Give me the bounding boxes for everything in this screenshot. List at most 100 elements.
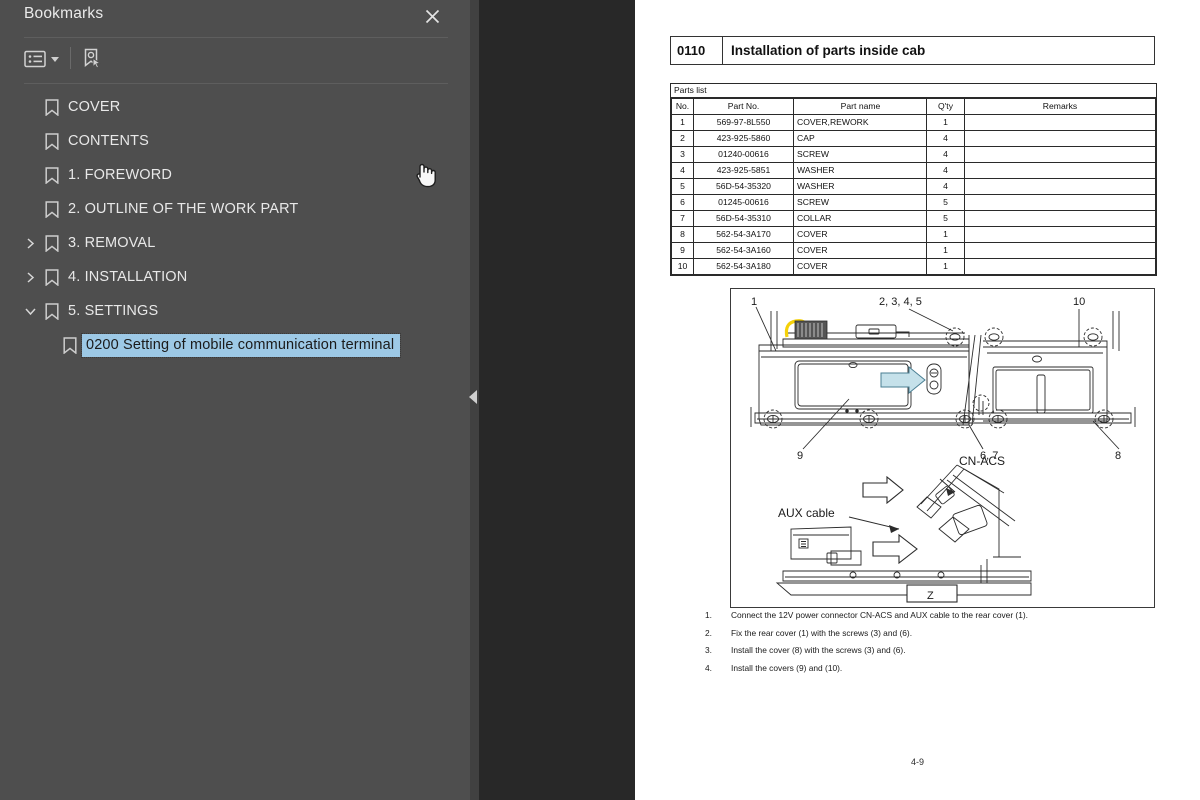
chevron-left-icon (469, 390, 477, 404)
bookmark-item-3[interactable]: 2. OUTLINE OF THE WORK PART (0, 192, 460, 226)
cell-no: 5 (671, 177, 694, 195)
bookmark-item-7[interactable]: 0200 Setting of mobile communication ter… (0, 328, 460, 362)
figure-illustration: 1 2, 3, 4, 5 10 9 6, 7 8 CN-ACS AUX cabl… (730, 288, 1155, 608)
bookmarks-toolbar (0, 38, 470, 82)
step-number: 3. (705, 645, 712, 656)
cell-no: 3 (671, 145, 694, 163)
step-number: 4. (705, 663, 712, 674)
cell-no: 4 (671, 161, 694, 179)
column-header-partno: Part No. (693, 97, 794, 115)
cell-remarks (964, 129, 1156, 147)
cell-remarks (964, 241, 1156, 259)
cell-part-name: COVER (793, 241, 927, 259)
cell-remarks (964, 209, 1156, 227)
table-row: 9 562-54-3A160 COVER 1 (671, 241, 1156, 259)
collapse-sidebar-button[interactable] (466, 385, 480, 409)
instruction-step: 4. Install the covers (9) and (10). (705, 663, 1155, 674)
cell-no: 6 (671, 193, 694, 211)
bookmark-icon (42, 158, 62, 192)
cell-part-no: 56D-54-35320 (693, 177, 794, 195)
cell-remarks (964, 145, 1156, 163)
figure-view-mark-z-detail: Z (927, 590, 934, 602)
cell-remarks (964, 193, 1156, 211)
cell-qty: 1 (926, 225, 965, 243)
table-row: 8 562-54-3A170 COVER 1 (671, 225, 1156, 243)
cell-part-no: 423-925-5860 (693, 129, 794, 147)
instruction-step: 1. Connect the 12V power connector CN-ACS… (705, 610, 1155, 620)
figure-label-cn-acs: CN-ACS (959, 454, 1005, 468)
chevron-right-icon[interactable] (22, 260, 38, 294)
page-number: 4-9 (910, 757, 924, 767)
list-options-icon[interactable] (24, 44, 59, 74)
cell-part-no: 56D-54-35310 (693, 209, 794, 227)
column-header-no: No. (671, 97, 694, 115)
cell-part-name: CAP (793, 129, 927, 147)
cell-part-name: COLLAR (793, 209, 927, 227)
figure-callout-10: 10 (1073, 296, 1085, 308)
cell-qty: 5 (926, 193, 965, 211)
cell-part-no: 562-54-3A170 (693, 225, 794, 243)
figure-svg: 1 2, 3, 4, 5 10 9 6, 7 8 CN-ACS AUX cabl… (750, 296, 1136, 603)
cell-part-no: 569-97-8L550 (693, 113, 794, 131)
parts-list-table: Parts list No. Part No. Part name Q'ty R… (670, 83, 1157, 276)
cell-part-no: 01245-00616 (693, 193, 794, 211)
cell-remarks (964, 177, 1156, 195)
document-page: 0110 Installation of parts inside cab Pa… (635, 0, 1200, 800)
step-number: 1. (705, 610, 712, 620)
bookmark-item-0[interactable]: COVER (0, 90, 460, 124)
bookmarks-panel-header: Bookmarks (0, 0, 470, 37)
bookmark-tree: COVER CONTENTS 1. FOREWORD 2. OUTLINE OF TH… (0, 90, 460, 362)
parts-list-caption: Parts list (671, 84, 1156, 98)
bookmark-item-2[interactable]: 1. FOREWORD (0, 158, 460, 192)
instruction-step: 2. Fix the rear cover (1) with the screws… (705, 628, 1155, 638)
bookmark-item-label: 4. INSTALLATION (68, 269, 188, 285)
cell-no: 9 (671, 241, 694, 259)
table-row: 10 562-54-3A180 COVER 1 (671, 257, 1156, 275)
bookmark-icon (60, 328, 80, 362)
cell-part-name: COVER (793, 257, 927, 275)
divider (24, 83, 448, 84)
bookmark-icon (42, 294, 62, 328)
cell-part-no: 562-54-3A160 (693, 241, 794, 259)
cell-part-name: COVER (793, 225, 927, 243)
bookmark-item-label: 1. FOREWORD (68, 167, 172, 183)
bookmark-item-label: 0200 Setting of mobile communication ter… (80, 332, 402, 358)
cell-qty: 4 (926, 161, 965, 179)
figure-callout-2345: 2, 3, 4, 5 (879, 296, 922, 308)
figure-callout-1: 1 (751, 296, 757, 308)
bookmark-item-5[interactable]: 4. INSTALLATION (0, 260, 460, 294)
bookmark-item-label: 5. SETTINGS (68, 303, 159, 319)
chevron-right-icon[interactable] (22, 226, 38, 260)
bookmark-item-label: COVER (68, 99, 121, 115)
cell-qty: 1 (926, 241, 965, 259)
cell-no: 8 (671, 225, 694, 243)
bookmark-item-4[interactable]: 3. REMOVAL (0, 226, 460, 260)
viewer-background (479, 0, 635, 800)
new-bookmark-icon[interactable] (80, 44, 104, 74)
step-text: Install the cover (8) with the screws (3… (731, 645, 906, 656)
table-row: 7 56D-54-35310 COLLAR 5 (671, 209, 1156, 227)
column-header-qty: Q'ty (926, 97, 965, 115)
cell-qty: 5 (926, 209, 965, 227)
cell-remarks (964, 161, 1156, 179)
cell-remarks (964, 225, 1156, 243)
chevron-down-icon[interactable] (51, 56, 59, 62)
cell-no: 1 (671, 113, 694, 131)
cell-part-name: WASHER (793, 161, 927, 179)
cell-no: 10 (671, 257, 694, 275)
bookmark-item-6[interactable]: 5. SETTINGS (0, 294, 460, 328)
document-header-bar: 0110 Installation of parts inside cab (670, 36, 1155, 65)
cell-qty: 4 (926, 177, 965, 195)
chevron-down-icon[interactable] (22, 294, 38, 328)
instruction-steps-list: 1. Connect the 12V power connector CN-ACS… (705, 610, 1155, 682)
cell-part-no: 562-54-3A180 (693, 257, 794, 275)
table-header-row: No. Part No. Part name Q'ty Remarks (671, 97, 1156, 115)
bookmark-item-1[interactable]: CONTENTS (0, 124, 460, 158)
section-number: 0110 (671, 37, 723, 64)
close-icon[interactable] (420, 4, 444, 28)
table-row: 5 56D-54-35320 WASHER 4 (671, 177, 1156, 195)
cell-qty: 4 (926, 145, 965, 163)
bookmark-item-label: 3. REMOVAL (68, 235, 156, 251)
step-text: Install the covers (9) and (10). (731, 663, 843, 674)
cell-part-name: WASHER (793, 177, 927, 195)
